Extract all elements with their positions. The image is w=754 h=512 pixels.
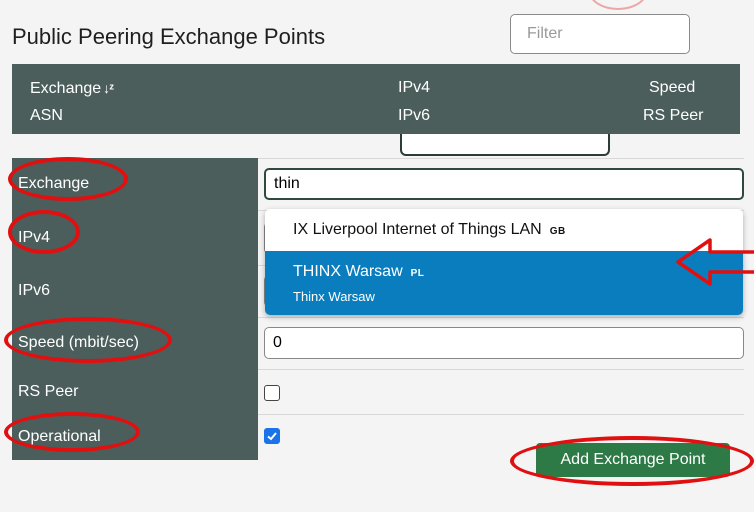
table-header: Exchange ↓ᶻ ASN IPv4 IPv6 Speed RS Peer (12, 64, 740, 134)
rs-peer-checkbox[interactable] (264, 385, 280, 401)
exchange-input[interactable] (264, 168, 744, 200)
speed-input[interactable] (264, 327, 744, 359)
arrow-left-icon (676, 238, 754, 286)
label-exchange: Exchange (12, 158, 258, 210)
label-ipv4: IPv4 (12, 210, 258, 265)
annotation-arc-top (588, 0, 648, 10)
filter-input[interactable] (510, 14, 690, 54)
checkmark-icon (267, 432, 277, 441)
header-speed: Speed (649, 79, 696, 96)
page-title: Public Peering Exchange Points (12, 24, 326, 49)
header-ipv4: IPv4 (398, 79, 431, 96)
label-speed: Speed (mbit/sec) (12, 317, 258, 369)
label-operational: Operational (12, 414, 258, 460)
header-exchange[interactable]: Exchange ↓ᶻ (30, 78, 114, 99)
label-rs-peer: RS Peer (12, 369, 258, 414)
sort-az-icon[interactable]: ↓ᶻ (103, 80, 114, 96)
option-subtitle: Thinx Warsaw (293, 289, 375, 304)
header-asn: ASN (30, 107, 63, 124)
country-code: PL (410, 268, 425, 279)
country-code: GB (549, 226, 566, 237)
add-exchange-point-button[interactable]: Add Exchange Point (536, 443, 730, 477)
header-rs-peer: RS Peer (643, 107, 704, 124)
operational-checkbox[interactable] (264, 428, 280, 444)
header-ipv6: IPv6 (398, 107, 431, 124)
dropdown-stub (400, 134, 610, 156)
row-rs-peer: RS Peer (12, 369, 744, 414)
label-ipv6: IPv6 (12, 265, 258, 317)
